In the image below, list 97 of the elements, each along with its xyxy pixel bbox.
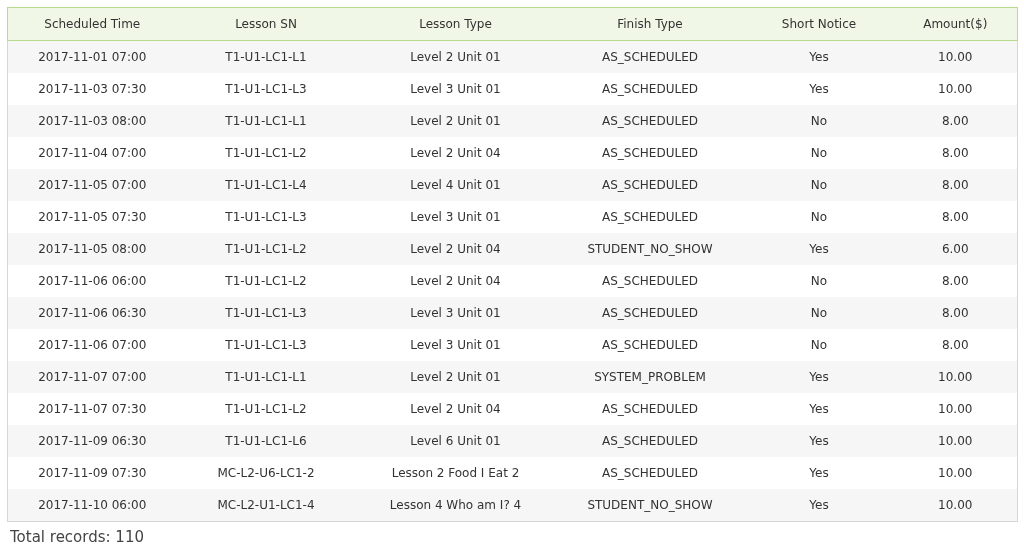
table-cell: Level 3 Unit 01 xyxy=(355,297,556,329)
table-cell: 2017-11-03 08:00 xyxy=(7,105,177,137)
table-cell: 2017-11-04 07:00 xyxy=(7,137,177,169)
table-cell: Level 2 Unit 01 xyxy=(355,40,556,73)
table-cell: No xyxy=(744,137,894,169)
table-cell: AS_SCHEDULED xyxy=(555,73,745,105)
table-cell: Yes xyxy=(744,425,894,457)
table-cell: Level 2 Unit 04 xyxy=(355,265,556,297)
table-cell: 8.00 xyxy=(893,137,1018,169)
table-cell: AS_SCHEDULED xyxy=(555,393,745,425)
table-cell: 2017-11-06 07:00 xyxy=(7,329,177,361)
table-cell: T1-U1-LC1-L3 xyxy=(176,297,356,329)
table-cell: 6.00 xyxy=(893,233,1018,265)
table-cell: T1-U1-LC1-L6 xyxy=(176,425,356,457)
table-cell: Yes xyxy=(744,489,894,522)
table-cell: STUDENT_NO_SHOW xyxy=(555,489,745,522)
table-cell: Level 3 Unit 01 xyxy=(355,201,556,233)
column-header: Lesson Type xyxy=(355,7,556,41)
table-cell: MC-L2-U1-LC1-4 xyxy=(176,489,356,522)
table-cell: 10.00 xyxy=(893,40,1018,73)
table-cell: SYSTEM_PROBLEM xyxy=(555,361,745,393)
table-cell: 2017-11-07 07:30 xyxy=(7,393,177,425)
table-cell: 8.00 xyxy=(893,265,1018,297)
table-cell: 2017-11-10 06:00 xyxy=(7,489,177,522)
table-cell: 2017-11-01 07:00 xyxy=(7,40,177,73)
table-cell: Level 3 Unit 01 xyxy=(355,329,556,361)
table-cell: T1-U1-LC1-L3 xyxy=(176,201,356,233)
table-cell: No xyxy=(744,169,894,201)
table-cell: 2017-11-05 07:30 xyxy=(7,201,177,233)
table-cell: 10.00 xyxy=(893,73,1018,105)
table-cell: 8.00 xyxy=(893,297,1018,329)
table-cell: No xyxy=(744,329,894,361)
table-cell: AS_SCHEDULED xyxy=(555,40,745,73)
table-cell: Level 2 Unit 04 xyxy=(355,393,556,425)
table-cell: 2017-11-05 07:00 xyxy=(7,169,177,201)
table-cell: T1-U1-LC1-L3 xyxy=(176,73,356,105)
table-cell: 2017-11-06 06:00 xyxy=(7,265,177,297)
table-cell: AS_SCHEDULED xyxy=(555,329,745,361)
table-cell: 2017-11-05 08:00 xyxy=(7,233,177,265)
table-cell: Yes xyxy=(744,393,894,425)
table-cell: AS_SCHEDULED xyxy=(555,457,745,489)
table-cell: Level 3 Unit 01 xyxy=(355,73,556,105)
table-cell: AS_SCHEDULED xyxy=(555,137,745,169)
table-cell: T1-U1-LC1-L1 xyxy=(176,105,356,137)
table-cell: T1-U1-LC1-L2 xyxy=(176,137,356,169)
table-cell: AS_SCHEDULED xyxy=(555,105,745,137)
column-header: Short Notice xyxy=(744,7,894,41)
table-cell: Level 2 Unit 01 xyxy=(355,361,556,393)
table-cell: MC-L2-U6-LC1-2 xyxy=(176,457,356,489)
table-cell: T1-U1-LC1-L3 xyxy=(176,329,356,361)
column-header: Amount($) xyxy=(893,7,1018,41)
table-cell: No xyxy=(744,297,894,329)
table-cell: 2017-11-09 07:30 xyxy=(7,457,177,489)
table-cell: T1-U1-LC1-L1 xyxy=(176,361,356,393)
table-cell: AS_SCHEDULED xyxy=(555,201,745,233)
table-cell: Level 2 Unit 01 xyxy=(355,105,556,137)
table-cell: 2017-11-06 06:30 xyxy=(7,297,177,329)
column-header: Scheduled Time xyxy=(7,7,177,41)
table-cell: T1-U1-LC1-L4 xyxy=(176,169,356,201)
table-cell: Yes xyxy=(744,73,894,105)
table-cell: No xyxy=(744,105,894,137)
table-cell: 10.00 xyxy=(893,457,1018,489)
table-cell: 2017-11-03 07:30 xyxy=(7,73,177,105)
table-cell: 10.00 xyxy=(893,425,1018,457)
table-cell: Yes xyxy=(744,361,894,393)
table-cell: Yes xyxy=(744,40,894,73)
table-cell: 8.00 xyxy=(893,169,1018,201)
table-cell: No xyxy=(744,265,894,297)
table-cell: Lesson 2 Food I Eat 2 xyxy=(355,457,556,489)
table-cell: 8.00 xyxy=(893,105,1018,137)
table-cell: AS_SCHEDULED xyxy=(555,425,745,457)
table-cell: 2017-11-09 06:30 xyxy=(7,425,177,457)
column-header: Lesson SN xyxy=(176,7,356,41)
table-cell: STUDENT_NO_SHOW xyxy=(555,233,745,265)
table-cell: 10.00 xyxy=(893,361,1018,393)
table-cell: Yes xyxy=(744,233,894,265)
table-cell: Lesson 4 Who am I? 4 xyxy=(355,489,556,522)
column-header: Finish Type xyxy=(555,7,745,41)
table-cell: 8.00 xyxy=(893,201,1018,233)
table-cell: AS_SCHEDULED xyxy=(555,265,745,297)
table-cell: 2017-11-07 07:00 xyxy=(7,361,177,393)
table-cell: T1-U1-LC1-L2 xyxy=(176,393,356,425)
table-cell: AS_SCHEDULED xyxy=(555,169,745,201)
table-cell: T1-U1-LC1-L2 xyxy=(176,233,356,265)
table-cell: T1-U1-LC1-L2 xyxy=(176,265,356,297)
table-cell: AS_SCHEDULED xyxy=(555,297,745,329)
total-records: Total records: 110 xyxy=(9,528,145,546)
table-cell: Level 4 Unit 01 xyxy=(355,169,556,201)
table-cell: 10.00 xyxy=(893,393,1018,425)
table-cell: 8.00 xyxy=(893,329,1018,361)
table-cell: No xyxy=(744,201,894,233)
table-cell: 10.00 xyxy=(893,489,1018,522)
table-cell: Level 2 Unit 04 xyxy=(355,233,556,265)
table-cell: Level 6 Unit 01 xyxy=(355,425,556,457)
table-cell: Yes xyxy=(744,457,894,489)
table-cell: Level 2 Unit 04 xyxy=(355,137,556,169)
table-cell: T1-U1-LC1-L1 xyxy=(176,40,356,73)
